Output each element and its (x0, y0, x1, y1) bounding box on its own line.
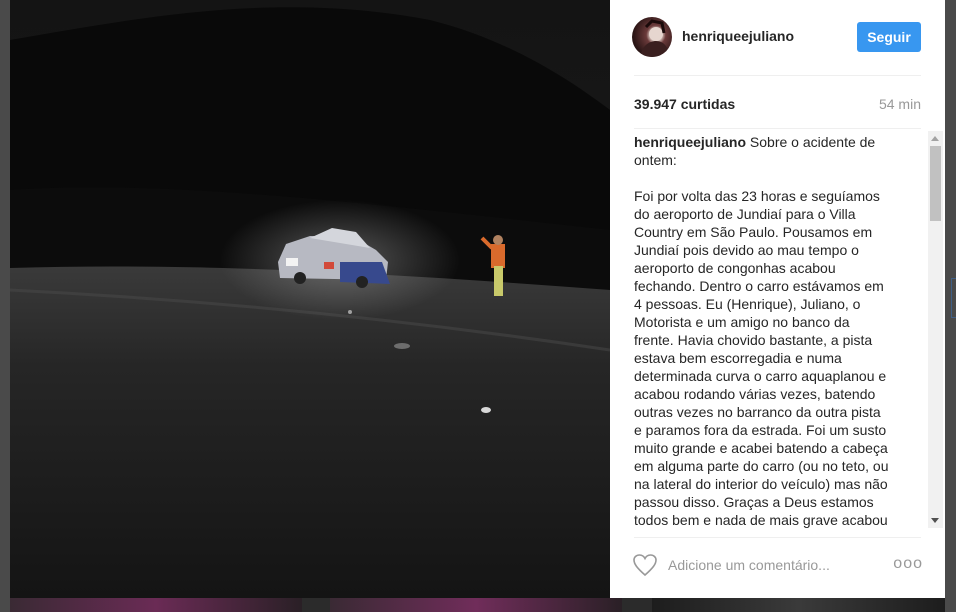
post-caption: henriqueejuliano Sobre o acidente de ont… (634, 133, 928, 528)
follow-button[interactable]: Seguir (857, 22, 921, 52)
scrollbar-thumb[interactable] (930, 146, 941, 221)
likes-count[interactable]: 39.947 curtidas (634, 96, 735, 112)
comment-input[interactable]: Adicione um comentário... (668, 557, 830, 573)
post-header: henriqueejuliano Seguir (610, 0, 945, 75)
background-thumbnail (330, 598, 622, 612)
username-link[interactable]: henriqueejuliano (682, 28, 794, 44)
divider (634, 128, 921, 129)
scroll-up-arrow-icon[interactable] (931, 136, 939, 141)
post-photo[interactable] (10, 0, 610, 598)
comment-bar: Adicione um comentário... ooo (610, 537, 945, 598)
post-detail-panel: henriqueejuliano Seguir 39.947 curtidas … (610, 0, 945, 598)
background-button-edge (951, 278, 956, 318)
scroll-down-arrow-icon[interactable] (931, 518, 939, 523)
background-page-edge-right (945, 0, 956, 612)
caption-container[interactable]: henriqueejuliano Sobre o acidente de ont… (634, 131, 928, 528)
heart-outline-icon[interactable] (632, 553, 658, 577)
background-page-edge-left (0, 0, 10, 612)
more-options-icon[interactable]: ooo (893, 555, 923, 573)
caption-author-link[interactable]: henriqueejuliano (634, 134, 746, 150)
caption-text: Sobre o acidente de ontem: Foi por volta… (634, 134, 889, 528)
post-timestamp[interactable]: 54 min (879, 96, 921, 112)
avatar[interactable] (632, 17, 672, 57)
divider (634, 75, 921, 76)
caption-scrollbar[interactable] (928, 131, 943, 528)
background-thumbnail (10, 598, 302, 612)
background-thumbnail (652, 598, 945, 612)
